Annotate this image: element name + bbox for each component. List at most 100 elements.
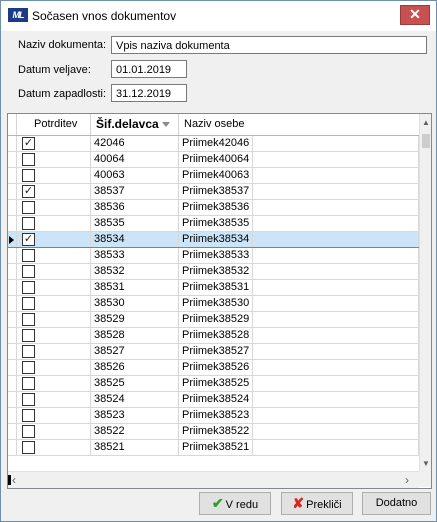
cancel-button[interactable]: ✘ Prekliči bbox=[281, 492, 353, 515]
person-name-cell[interactable]: Priimek38532 C bbox=[179, 264, 253, 279]
column-header-person-name[interactable]: Naziv osebe bbox=[179, 114, 253, 135]
confirm-checkbox[interactable] bbox=[22, 393, 35, 406]
confirm-checkbox[interactable] bbox=[22, 329, 35, 342]
confirm-checkbox[interactable] bbox=[22, 313, 35, 326]
vertical-scrollbar[interactable]: ▲ ▼ bbox=[419, 114, 431, 471]
confirm-checkbox[interactable]: ✓ bbox=[22, 137, 35, 150]
person-name-cell[interactable]: Priimek38528 Z bbox=[179, 328, 253, 343]
person-name-cell[interactable]: Priimek40063 J bbox=[179, 168, 253, 183]
additional-button[interactable]: Dodatno bbox=[362, 492, 431, 515]
table-row[interactable]: 38521 Priimek38521 T bbox=[8, 440, 419, 456]
employee-id-cell[interactable]: 38521 bbox=[91, 440, 179, 455]
confirm-checkbox[interactable] bbox=[22, 377, 35, 390]
employee-id-cell[interactable]: 38537 bbox=[91, 184, 179, 199]
employee-id-cell[interactable]: 38528 bbox=[91, 328, 179, 343]
confirm-checkbox[interactable] bbox=[22, 201, 35, 214]
table-row[interactable]: 38535 Priimek38535 N bbox=[8, 216, 419, 232]
document-name-input[interactable]: Vpis naziva dokumenta bbox=[111, 36, 427, 54]
table-row[interactable]: 38526 Priimek38526 A bbox=[8, 360, 419, 376]
person-name-cell[interactable]: Priimek38534 F bbox=[179, 232, 253, 247]
table-row[interactable]: 40064 Priimek40064 N bbox=[8, 152, 419, 168]
horizontal-scroll-thumb[interactable] bbox=[8, 475, 11, 485]
person-name-cell[interactable]: Priimek38524 U bbox=[179, 392, 253, 407]
employee-id-cell[interactable]: 38530 bbox=[91, 296, 179, 311]
employee-id-cell[interactable]: 38529 bbox=[91, 312, 179, 327]
person-name-cell[interactable]: Priimek38521 T bbox=[179, 440, 253, 455]
employee-grid[interactable]: Potrditev Šif.delavca Naziv osebe ✓ 42046… bbox=[7, 113, 432, 489]
title-bar[interactable]: ML Sočasen vnos dokumentov ✕ bbox=[1, 1, 436, 31]
table-row[interactable]: 38533 Priimek38533 D bbox=[8, 248, 419, 264]
table-row[interactable]: ✓ 38534 Priimek38534 F bbox=[8, 232, 419, 248]
table-row[interactable]: 38523 Priimek38523 D bbox=[8, 408, 419, 424]
employee-id-cell[interactable]: 38532 bbox=[91, 264, 179, 279]
column-header-employee-id[interactable]: Šif.delavca bbox=[91, 114, 179, 135]
confirm-checkbox[interactable] bbox=[22, 265, 35, 278]
employee-id-cell[interactable]: 38533 bbox=[91, 248, 179, 263]
table-row[interactable]: ✓ 38537 Priimek38537 E bbox=[8, 184, 419, 200]
table-row[interactable]: 38531 Priimek38531 C bbox=[8, 280, 419, 296]
employee-id-cell[interactable]: 38523 bbox=[91, 408, 179, 423]
table-row[interactable]: ✓ 42046 Priimek42046 A bbox=[8, 136, 419, 152]
due-date-input[interactable]: 31.12.2019 bbox=[111, 84, 187, 102]
confirm-checkbox[interactable]: ✓ bbox=[22, 233, 35, 246]
person-name-cell[interactable]: Priimek38536 V bbox=[179, 200, 253, 215]
table-row[interactable]: 38532 Priimek38532 C bbox=[8, 264, 419, 280]
person-name-cell[interactable]: Priimek38529 E bbox=[179, 312, 253, 327]
confirm-checkbox[interactable] bbox=[22, 297, 35, 310]
person-name-cell[interactable]: Priimek38522 E bbox=[179, 424, 253, 439]
employee-id-cell[interactable]: 38522 bbox=[91, 424, 179, 439]
confirm-checkbox[interactable] bbox=[22, 169, 35, 182]
table-row[interactable]: 38530 Priimek38530 C bbox=[8, 296, 419, 312]
vertical-scroll-thumb[interactable] bbox=[422, 134, 430, 148]
person-name-cell[interactable]: Priimek38523 D bbox=[179, 408, 253, 423]
person-name-cell[interactable]: Priimek42046 A bbox=[179, 136, 253, 151]
confirm-checkbox[interactable] bbox=[22, 425, 35, 438]
person-name-cell[interactable]: Priimek38526 A bbox=[179, 360, 253, 375]
confirm-checkbox[interactable] bbox=[22, 441, 35, 454]
scroll-up-icon[interactable]: ▲ bbox=[420, 118, 431, 128]
employee-id-cell[interactable]: 38536 bbox=[91, 200, 179, 215]
person-name-cell[interactable]: Priimek40064 N bbox=[179, 152, 253, 167]
employee-id-cell[interactable]: 38531 bbox=[91, 280, 179, 295]
employee-id-cell[interactable]: 38535 bbox=[91, 216, 179, 231]
person-name-cell[interactable]: Priimek38525 E bbox=[179, 376, 253, 391]
person-name-cell[interactable]: Priimek38530 C bbox=[179, 296, 253, 311]
table-row[interactable]: 38522 Priimek38522 E bbox=[8, 424, 419, 440]
employee-id-cell[interactable]: 40063 bbox=[91, 168, 179, 183]
close-button[interactable]: ✕ bbox=[400, 5, 430, 25]
confirm-checkbox[interactable] bbox=[22, 361, 35, 374]
person-name-cell[interactable]: Priimek38527 D bbox=[179, 344, 253, 359]
employee-id-cell[interactable]: 38534 bbox=[91, 232, 179, 247]
person-name-cell[interactable]: Priimek38533 D bbox=[179, 248, 253, 263]
person-name-cell[interactable]: Priimek38537 E bbox=[179, 184, 253, 199]
employee-id-cell[interactable]: 38525 bbox=[91, 376, 179, 391]
table-row[interactable]: 38524 Priimek38524 U bbox=[8, 392, 419, 408]
table-row[interactable]: 38529 Priimek38529 E bbox=[8, 312, 419, 328]
confirm-checkbox[interactable] bbox=[22, 409, 35, 422]
confirm-checkbox[interactable] bbox=[22, 217, 35, 230]
confirm-checkbox[interactable] bbox=[22, 249, 35, 262]
person-name-cell[interactable]: Priimek38535 N bbox=[179, 216, 253, 231]
table-row[interactable]: 40063 Priimek40063 J bbox=[8, 168, 419, 184]
scroll-right-icon[interactable]: › bbox=[405, 474, 415, 486]
confirm-checkbox[interactable] bbox=[22, 281, 35, 294]
scroll-down-icon[interactable]: ▼ bbox=[420, 459, 431, 469]
employee-id-cell[interactable]: 38527 bbox=[91, 344, 179, 359]
confirm-checkbox[interactable] bbox=[22, 153, 35, 166]
person-name-cell[interactable]: Priimek38531 C bbox=[179, 280, 253, 295]
employee-id-cell[interactable]: 40064 bbox=[91, 152, 179, 167]
valid-date-input[interactable]: 01.01.2019 bbox=[111, 60, 187, 78]
table-row[interactable]: 38525 Priimek38525 E bbox=[8, 376, 419, 392]
employee-id-cell[interactable]: 38526 bbox=[91, 360, 179, 375]
table-row[interactable]: 38527 Priimek38527 D bbox=[8, 344, 419, 360]
employee-id-cell[interactable]: 42046 bbox=[91, 136, 179, 151]
table-row[interactable]: 38528 Priimek38528 Z bbox=[8, 328, 419, 344]
confirm-checkbox[interactable]: ✓ bbox=[22, 185, 35, 198]
column-header-confirm[interactable]: Potrditev bbox=[17, 114, 91, 135]
employee-id-cell[interactable]: 38524 bbox=[91, 392, 179, 407]
horizontal-scrollbar[interactable]: ‹ › bbox=[8, 471, 419, 488]
table-row[interactable]: 38536 Priimek38536 V bbox=[8, 200, 419, 216]
ok-button[interactable]: ✔ V redu bbox=[199, 492, 271, 515]
confirm-checkbox[interactable] bbox=[22, 345, 35, 358]
scroll-left-icon[interactable]: ‹ bbox=[12, 474, 22, 486]
